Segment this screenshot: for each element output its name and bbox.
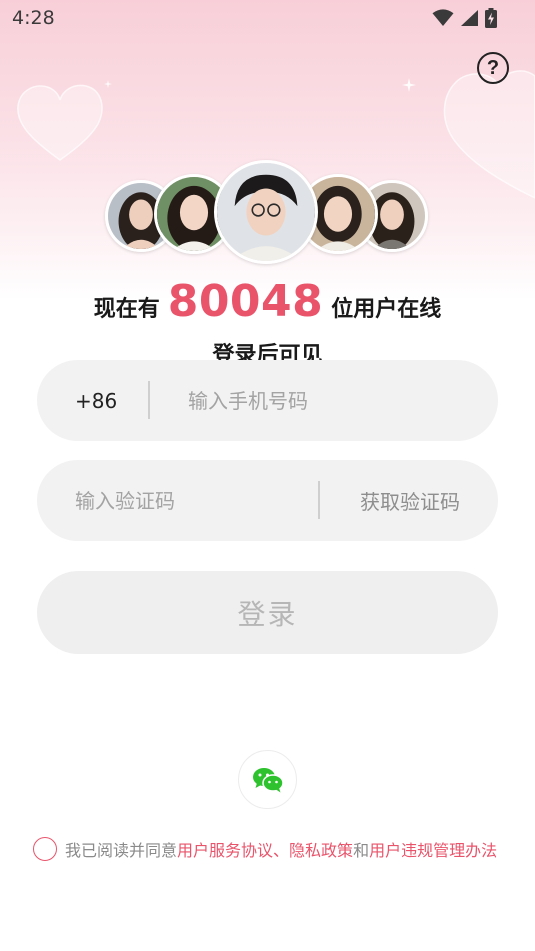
- violation-rules-link[interactable]: 用户违规管理办法: [369, 837, 497, 861]
- country-code[interactable]: +86: [75, 389, 117, 413]
- verification-code-input[interactable]: [75, 480, 305, 521]
- battery-charging-icon: [485, 8, 497, 28]
- online-prefix: 现在有: [93, 297, 160, 322]
- online-count: 80048: [167, 276, 324, 327]
- wechat-login-button[interactable]: [238, 750, 297, 809]
- login-to-see-text: 登录后可见: [212, 343, 323, 360]
- get-code-button[interactable]: 获取验证码: [360, 486, 460, 515]
- online-count-line: 现在有 80048 位用户在线: [0, 276, 535, 332]
- user-service-agreement-link[interactable]: 用户服务协议: [177, 837, 273, 861]
- help-button[interactable]: ?: [477, 52, 509, 84]
- agreement-separator: 、: [273, 841, 290, 860]
- phone-input[interactable]: [188, 380, 478, 421]
- heart-decoration-left: [17, 84, 103, 161]
- divider: [318, 481, 320, 519]
- online-suffix: 位用户在线: [331, 297, 442, 322]
- cellular-signal-icon: [460, 9, 479, 27]
- wechat-icon: [252, 767, 284, 792]
- online-avatars: [0, 160, 535, 270]
- sparkle-decoration: [402, 78, 416, 92]
- login-screen: 4:28 ? 现在有 80048 位用户在线 登录后可见 +86 输入手机号码 …: [0, 0, 535, 951]
- question-mark-icon: ?: [486, 56, 500, 79]
- divider: [148, 381, 150, 419]
- agree-checkbox[interactable]: [33, 837, 57, 861]
- privacy-policy-link[interactable]: 隐私政策: [289, 837, 353, 861]
- agreement: 我已阅读并同意 用户服务协议 、 隐私政策 和 用户违规管理办法: [33, 836, 497, 862]
- agreement-prefix: 我已阅读并同意: [65, 841, 178, 860]
- phone-field: +86: [37, 360, 498, 441]
- status-icons: [432, 7, 497, 29]
- login-button[interactable]: 登录: [37, 571, 498, 654]
- wifi-icon: [432, 9, 454, 27]
- agreement-and: 和: [353, 841, 370, 860]
- sparkle-decoration: [104, 80, 112, 88]
- status-bar: 4:28: [0, 0, 535, 36]
- verification-code-field: 获取验证码: [37, 460, 498, 541]
- avatar: [214, 160, 318, 264]
- status-time: 4:28: [12, 7, 55, 29]
